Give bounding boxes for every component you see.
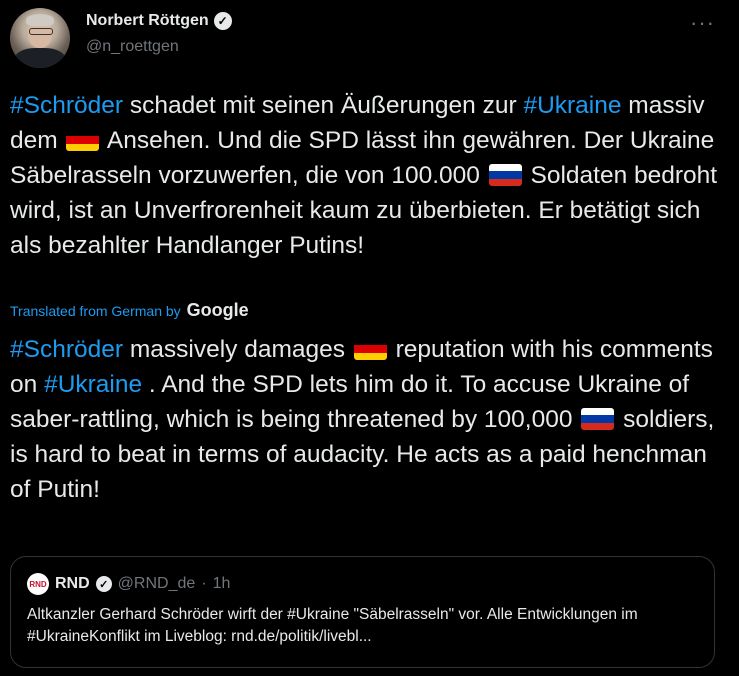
author-display-name[interactable]: Norbert Röttgen: [86, 12, 209, 30]
tweet-text-segment: massively damages: [123, 336, 352, 363]
author-name-row[interactable]: Norbert Röttgen ✓: [86, 12, 232, 30]
hashtag-link[interactable]: #Ukraine: [44, 371, 142, 398]
quoted-verified-badge-icon: ✓: [95, 576, 112, 592]
tweet-text-segment: schadet mit seinen Äußerungen zur: [123, 92, 524, 119]
translation-label: Translated from German by: [10, 302, 181, 319]
germany-flag-icon: [353, 338, 387, 360]
google-logo: Google: [186, 300, 249, 320]
dot-separator: ·: [201, 575, 207, 592]
quoted-tweet-text: Altkanzler Gerhard Schröder wirft der #U…: [27, 606, 638, 645]
verified-badge-icon: ✓: [213, 12, 232, 30]
quoted-timestamp[interactable]: 1h: [213, 575, 231, 593]
more-options-icon[interactable]: ···: [690, 10, 715, 36]
tweet-text-translated: #Schröder massively damages reputation w…: [10, 332, 725, 507]
hashtag-link[interactable]: #Ukraine: [523, 92, 621, 119]
russia-flag-icon: [488, 164, 522, 186]
hashtag-link[interactable]: #Schröder: [10, 336, 123, 363]
quoted-tweet[interactable]: RND RND ✓ @RND_de · 1h Altkanzler Gerhar…: [10, 556, 715, 668]
quoted-author-name[interactable]: RND: [55, 575, 90, 593]
author-handle[interactable]: @n_roettgen: [86, 38, 179, 56]
germany-flag-icon: [66, 129, 100, 151]
quoted-tweet-header: RND RND ✓ @RND_de · 1h: [27, 573, 230, 595]
quoted-author-avatar[interactable]: RND: [27, 573, 49, 595]
tweet-text-original: #Schröder schadet mit seinen Äußerungen …: [10, 88, 725, 263]
russia-flag-icon: [581, 408, 615, 430]
hashtag-link[interactable]: #Schröder: [10, 92, 123, 119]
translation-attribution: Translated from German by Google: [10, 300, 249, 321]
quoted-author-handle[interactable]: @RND_de: [118, 575, 196, 593]
author-avatar[interactable]: [10, 8, 70, 68]
